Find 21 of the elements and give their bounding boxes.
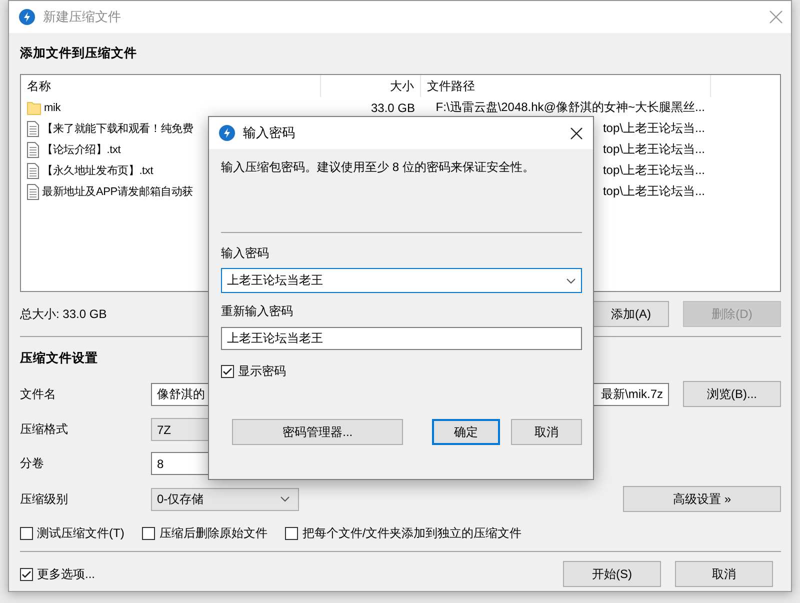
field-label: 分卷 xyxy=(20,455,45,472)
file-path: F:\迅雷云盘\2048.hk@像舒淇的女神~大长腿黑丝... xyxy=(436,100,705,114)
file-path: top\上老王论坛当... xyxy=(602,121,705,135)
file-path: top\上老王论坛当... xyxy=(602,142,705,156)
checkbox-label: 更多选项... xyxy=(37,566,96,582)
field-label: 输入密码 xyxy=(221,245,270,262)
dialog-message: 输入压缩包密码。建议使用至少 8 位的密码来保证安全性。 xyxy=(221,159,536,176)
section-heading: 添加文件到压缩文件 xyxy=(20,45,138,62)
field-label: 文件名 xyxy=(20,386,57,402)
file-path: top\上老王论坛当... xyxy=(602,184,705,198)
checkbox-label: 显示密码 xyxy=(238,363,286,380)
field-label: 重新输入密码 xyxy=(221,303,294,320)
total-size: 总大小: 33.0 GB xyxy=(20,306,107,322)
field-label: 压缩级别 xyxy=(20,490,69,508)
checkbox-label: 测试压缩文件(T) xyxy=(37,525,124,542)
field-label: 压缩格式 xyxy=(20,421,69,438)
section-heading: 压缩文件设置 xyxy=(20,350,99,367)
file-path: top\上老王论坛当... xyxy=(602,163,705,177)
window-title: 新建压缩文件 xyxy=(43,8,122,26)
dialog-title: 输入密码 xyxy=(243,124,296,142)
file-size: 33.0 GB xyxy=(370,100,415,114)
